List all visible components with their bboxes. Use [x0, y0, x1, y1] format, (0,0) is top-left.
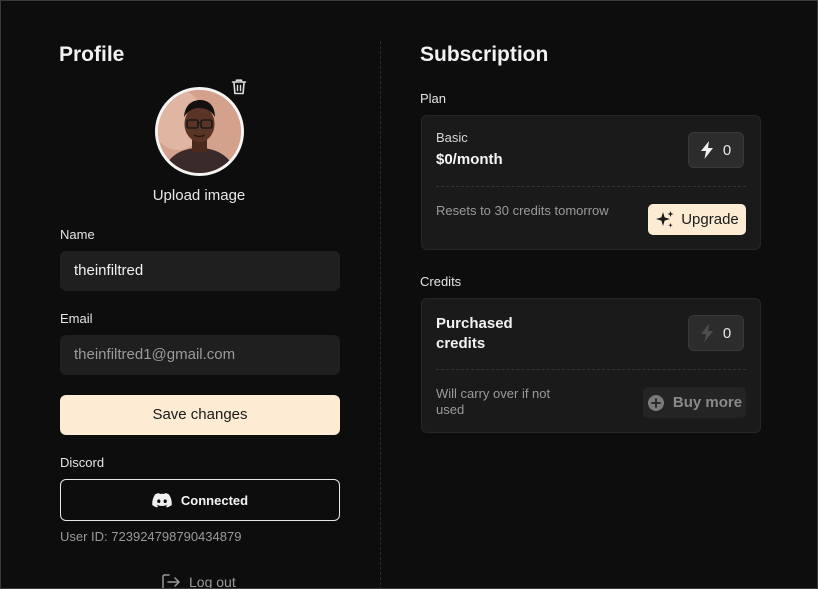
subscription-title: Subscription	[420, 43, 549, 66]
purchased-credits-card: Purchased credits 0 Will carry over if n…	[421, 298, 761, 433]
name-field[interactable]: theinfiltred	[60, 251, 340, 291]
upgrade-button[interactable]: Upgrade	[648, 204, 746, 235]
buy-more-button[interactable]: Buy more	[643, 387, 746, 418]
save-changes-button[interactable]: Save changes	[60, 395, 340, 435]
credits-divider	[436, 369, 746, 370]
profile-title: Profile	[59, 43, 125, 66]
plan-price: $0/month	[436, 151, 503, 168]
plus-circle-icon	[647, 394, 664, 411]
name-label: Name	[60, 227, 95, 242]
carry-over-text: Will carry over if not used	[436, 386, 551, 417]
plan-credit-badge: 0	[688, 132, 744, 168]
discord-connected-button[interactable]: Connected	[60, 479, 340, 521]
discord-label: Discord	[60, 455, 105, 470]
discord-icon	[152, 492, 172, 507]
logout-label: Log out	[189, 574, 236, 589]
purchased-credit-count: 0	[722, 324, 732, 342]
email-field[interactable]: theinfiltred1@gmail.com	[60, 335, 340, 375]
purchased-credits-title: Purchased credits	[436, 315, 513, 352]
logout-button[interactable]: Log out	[161, 573, 236, 589]
buy-more-label: Buy more	[672, 394, 743, 411]
trash-icon[interactable]	[229, 77, 249, 97]
email-label: Email	[60, 311, 93, 326]
plan-credit-count: 0	[722, 141, 732, 159]
logout-icon	[162, 574, 180, 588]
credits-label: Credits	[420, 274, 462, 289]
plan-label: Plan	[420, 91, 447, 106]
reset-text: Resets to 30 credits tomorrow	[436, 203, 609, 218]
bolt-icon	[700, 324, 713, 342]
sparkle-icon	[656, 210, 674, 227]
avatar-image	[158, 90, 241, 173]
plan-divider	[436, 186, 746, 187]
settings-window: Profile Upload image Name theinfiltred E…	[0, 0, 818, 589]
user-id: User ID: 723924798790434879	[60, 529, 242, 544]
purchased-credit-badge: 0	[688, 315, 744, 351]
discord-status: Connected	[180, 492, 249, 508]
avatar[interactable]	[155, 87, 244, 176]
column-divider	[380, 41, 381, 588]
bolt-icon	[700, 141, 713, 159]
plan-name: Basic	[436, 130, 468, 145]
plan-card: Basic $0/month 0 Resets to 30 credits to…	[421, 115, 761, 250]
upgrade-label: Upgrade	[681, 211, 739, 228]
upload-image-button[interactable]: Upload image	[101, 187, 297, 204]
